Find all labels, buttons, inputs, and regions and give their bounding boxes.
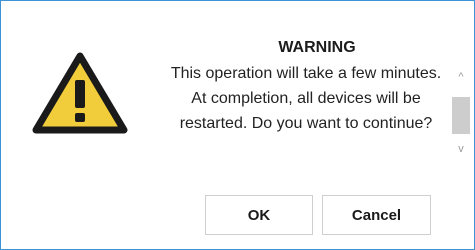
message-scrollbar[interactable]: ^ v <box>451 65 471 161</box>
dialog-message: This operation will take a few minutes. … <box>170 65 442 132</box>
warning-triangle-icon <box>32 52 128 134</box>
scroll-down-icon[interactable]: v <box>451 140 471 158</box>
scroll-up-icon[interactable]: ^ <box>451 68 471 86</box>
cancel-button[interactable]: Cancel <box>322 195 431 235</box>
dialog-title: WARNING <box>278 39 356 56</box>
scroll-thumb[interactable] <box>452 97 470 134</box>
message-area: This operation will take a few minutes. … <box>163 61 449 171</box>
ok-button[interactable]: OK <box>205 195 313 235</box>
warning-dialog: WARNING This operation will take a few m… <box>0 0 475 250</box>
